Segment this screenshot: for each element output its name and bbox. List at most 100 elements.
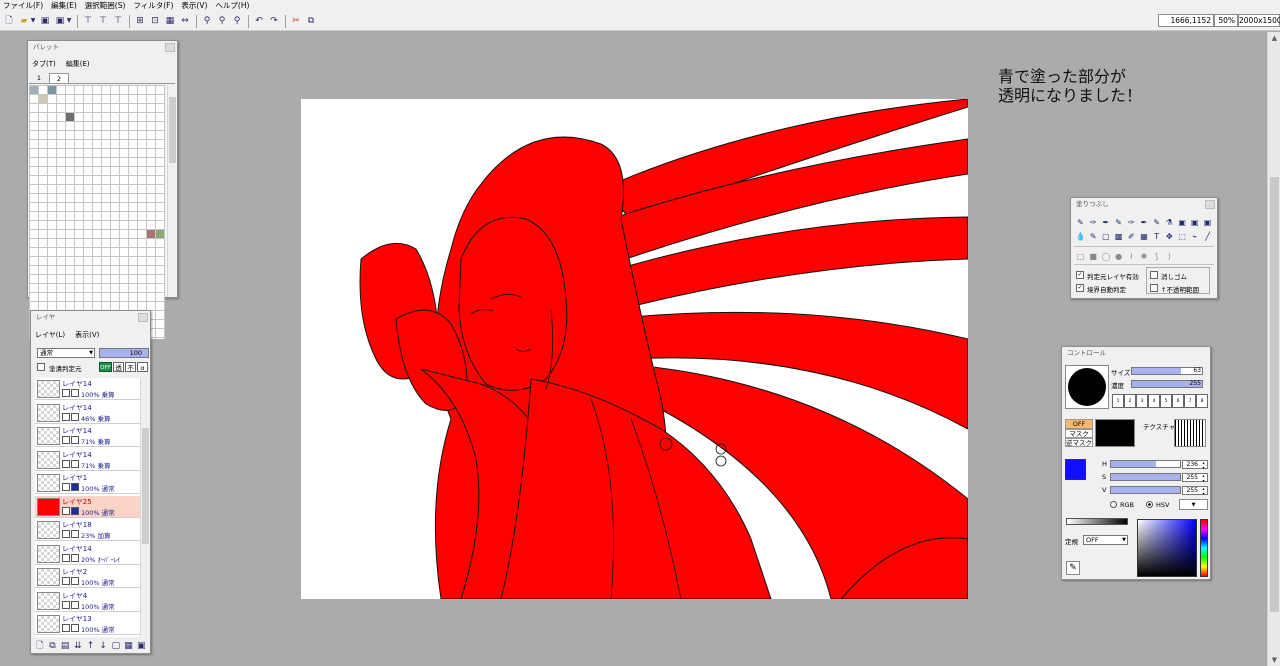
palette-swatch[interactable] (30, 86, 38, 94)
palette-scrollbar[interactable] (167, 85, 177, 297)
size-slider[interactable]: 63 (1131, 367, 1203, 375)
layer-lock-checkbox[interactable] (71, 530, 79, 538)
tool-icon[interactable]: ✒ (1139, 217, 1150, 228)
brush-preset[interactable]: 7 (1184, 394, 1196, 408)
layer-row[interactable]: レイヤ18 23% 加算 (35, 519, 140, 541)
palette-swatch[interactable] (156, 230, 164, 238)
value-value[interactable]: 255 (1182, 486, 1208, 496)
lock-alpha-button[interactable]: α (137, 362, 148, 372)
layer-row[interactable]: レイヤ13 100% 通常 (35, 613, 140, 635)
layer-row[interactable]: レイヤ14 20% ｵｰﾊﾞｰﾚｲ (35, 542, 140, 565)
mask-color-swatch[interactable] (1095, 419, 1135, 447)
mask-button[interactable]: マスク (1065, 429, 1093, 438)
layer-lock-checkbox[interactable] (71, 506, 79, 515)
scrollbar-thumb[interactable] (1270, 177, 1279, 612)
new-layer-icon[interactable]: 🗋 (35, 640, 45, 652)
brush-preset[interactable]: 6 (1172, 394, 1184, 408)
move-up-icon[interactable]: ↑ (86, 640, 96, 652)
main-color-swatch[interactable] (1065, 459, 1086, 480)
merge-layer-icon[interactable]: ⇊ (73, 640, 83, 652)
clear-layer-icon[interactable]: ▢ (111, 640, 121, 652)
palette-menu-tab[interactable]: タブ(T) (32, 59, 56, 69)
layer-lock-checkbox[interactable] (71, 412, 79, 421)
reverse-mask-button[interactable]: 逆マスク (1065, 438, 1093, 447)
value-slider[interactable] (1110, 486, 1181, 494)
menu-selection[interactable]: 選択範囲(S) (85, 0, 126, 12)
tool-icon[interactable]: ✱ (1139, 251, 1150, 262)
auto-border-checkbox[interactable]: ✓ (1076, 284, 1084, 292)
palette-menu-edit[interactable]: 編集(E) (66, 59, 90, 69)
texture-preview[interactable] (1174, 419, 1206, 447)
layer-properties-icon[interactable]: ▣ (136, 640, 146, 652)
zoom-out-icon[interactable]: ⚲ (231, 15, 243, 27)
layer-visibility-checkbox[interactable] (62, 483, 70, 491)
mask-layer-icon[interactable]: ▤ (60, 640, 70, 652)
scrollbar-thumb[interactable] (142, 428, 149, 544)
layer-visibility-checkbox[interactable] (62, 553, 70, 562)
layer-row[interactable]: レイヤ2 100% 通常 (35, 566, 140, 588)
brush-preset[interactable]: 8 (1196, 394, 1208, 408)
layer-lock-checkbox[interactable] (71, 389, 79, 397)
layer-visibility-checkbox[interactable] (62, 624, 70, 632)
tool-icon[interactable]: ▣ (1189, 217, 1200, 228)
sv-square[interactable] (1137, 519, 1197, 577)
color-mode-dropdown[interactable]: ▼ (1179, 499, 1208, 510)
filter-icon[interactable]: ✂ (290, 15, 302, 27)
lock-off-button[interactable]: OFF (99, 362, 112, 372)
layer-row[interactable]: レイヤ4 100% 通常 (35, 589, 140, 612)
zoom-icon[interactable]: ⚲ (201, 15, 213, 27)
hue-strip[interactable] (1200, 519, 1208, 577)
tool-icon[interactable]: ⌁ (1189, 231, 1200, 242)
density-slider[interactable]: 255 (1131, 380, 1203, 388)
menu-filter[interactable]: フィルタ(F) (133, 0, 173, 12)
redo-icon[interactable]: ↷ (268, 15, 280, 27)
opaque-range-checkbox[interactable] (1150, 284, 1158, 292)
fill-source-checkbox[interactable] (37, 363, 45, 371)
layer-row[interactable]: レイヤ14 100% 乗算 (35, 378, 140, 400)
layer-visibility-checkbox[interactable] (62, 530, 70, 538)
layer-visibility-checkbox[interactable] (62, 412, 70, 421)
chevron-down-icon[interactable]: ▼ (30, 15, 36, 27)
undo-icon[interactable]: ↶ (253, 15, 265, 27)
chevron-down-icon[interactable]: ▼ (1268, 654, 1280, 666)
layer-menu-layer[interactable]: レイヤ(L) (35, 330, 65, 340)
hue-value[interactable]: 236 (1182, 460, 1208, 470)
brush-preset[interactable]: 3 (1136, 394, 1148, 408)
tool-icon[interactable]: ✥ (1164, 231, 1175, 242)
tool-icon[interactable]: ▢ (1075, 251, 1086, 262)
brush-preset[interactable]: 2 (1124, 394, 1136, 408)
eyedropper-icon[interactable]: ✎ (1066, 561, 1080, 575)
tool-icon[interactable]: ╱ (1202, 231, 1213, 242)
chevron-up-icon[interactable]: ▲ (1268, 32, 1280, 44)
panel-toggle-icon[interactable]: ⊤ (82, 15, 94, 27)
tool-icon[interactable]: ⚗ (1164, 217, 1175, 228)
mask-off-button[interactable]: OFF (1065, 419, 1093, 429)
save-as-icon[interactable]: ▣ (54, 15, 66, 27)
layer-menu-view[interactable]: 表示(V) (75, 330, 99, 340)
brush-preset[interactable]: 1 (1112, 394, 1124, 408)
blend-mode-select[interactable]: 通常 ▼ (37, 348, 95, 358)
palette-swatch[interactable] (66, 113, 74, 121)
tool-icon[interactable]: ▦ (1139, 231, 1150, 242)
layer-row[interactable]: レイヤ14 71% 乗算 (35, 425, 140, 447)
saturation-value[interactable]: 255 (1182, 473, 1208, 483)
palette-swatch[interactable] (39, 95, 47, 103)
menu-view[interactable]: 表示(V) (181, 0, 207, 12)
tool-icon[interactable]: ▣ (1202, 217, 1213, 228)
layer-visibility-checkbox[interactable] (62, 389, 70, 397)
chevron-down-icon[interactable]: ▼ (66, 15, 72, 27)
palette-grid[interactable] (29, 85, 165, 339)
hsv-radio[interactable] (1146, 501, 1153, 508)
palette-swatch[interactable] (147, 230, 155, 238)
delete-layer-icon[interactable]: ▦ (124, 640, 134, 652)
layer-lock-checkbox[interactable] (71, 483, 79, 491)
eraser-checkbox[interactable] (1150, 271, 1158, 279)
tool-icon[interactable]: ✎ (1075, 217, 1086, 228)
tool-icon[interactable]: ▩ (1113, 231, 1124, 242)
layer-visibility-checkbox[interactable] (62, 506, 70, 515)
brush-preset[interactable]: 4 (1148, 394, 1160, 408)
layer-row[interactable]: レイヤ14 46% 乗算 (35, 401, 140, 424)
tool-icon[interactable]: ✎ (1113, 217, 1124, 228)
lock-transparent-button[interactable]: 透 (113, 362, 124, 372)
tool-icon[interactable]: ⟆ (1151, 251, 1162, 262)
